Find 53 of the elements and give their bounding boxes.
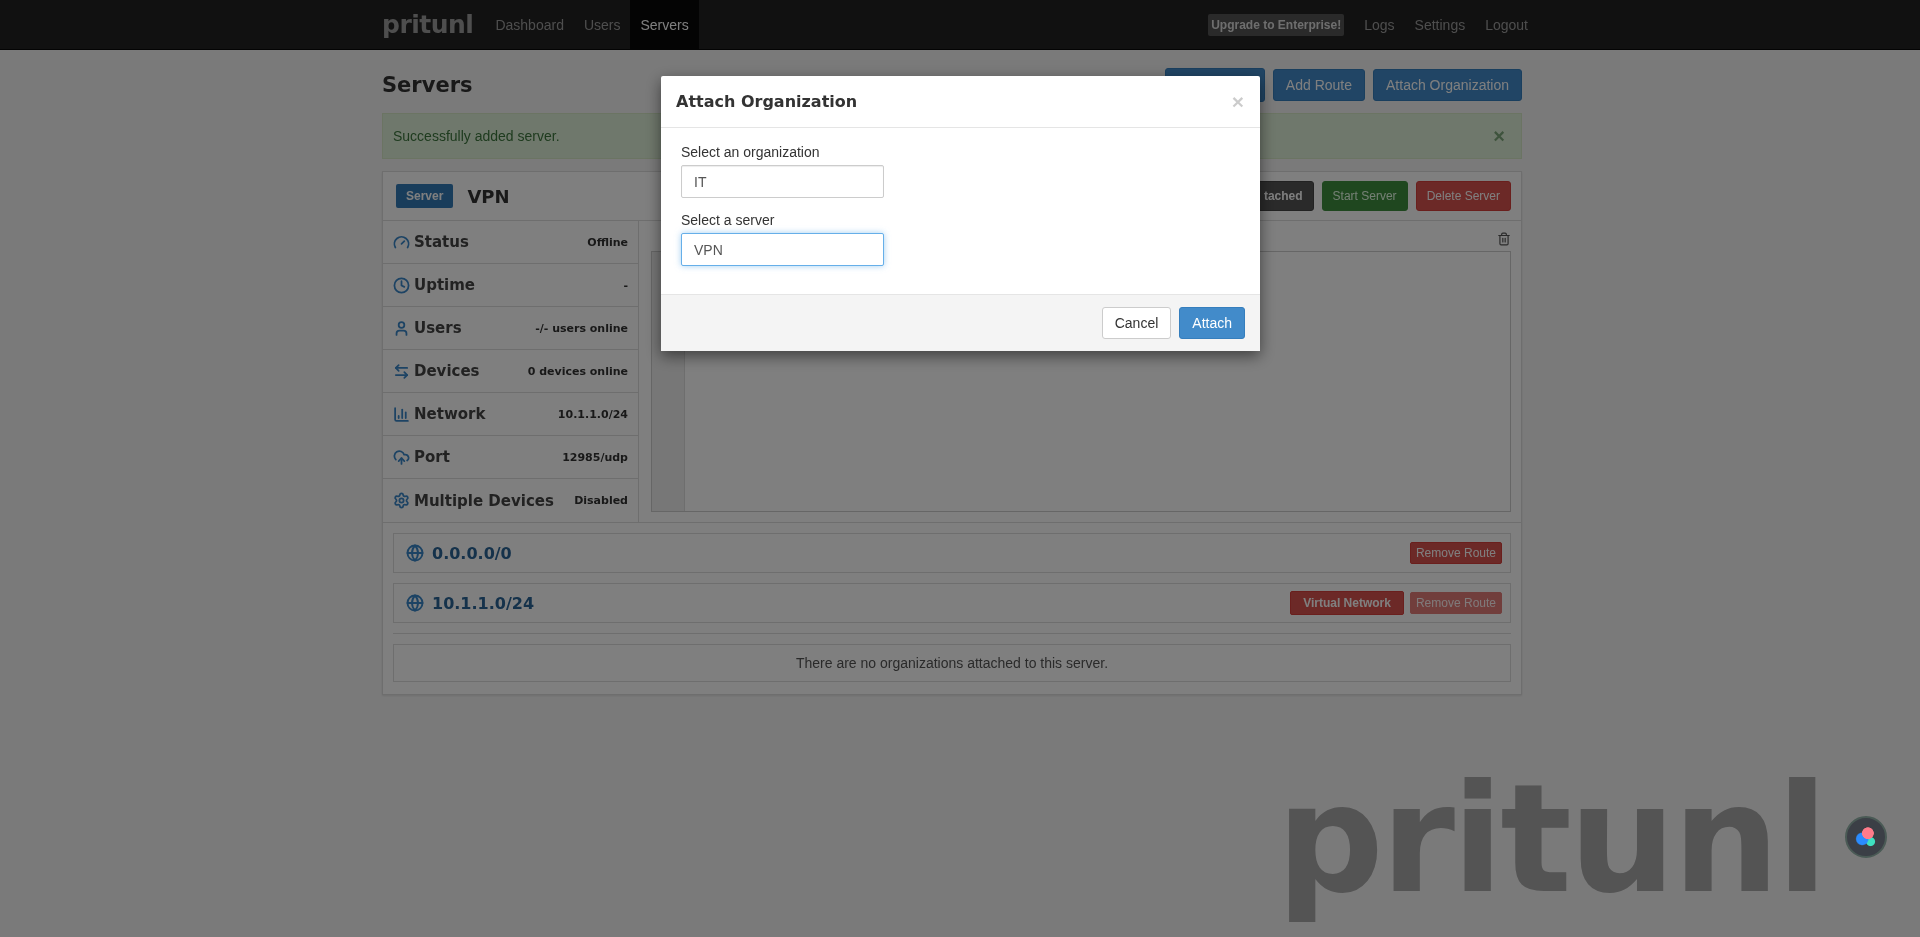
brand-logo[interactable]: pritunl [382, 0, 486, 49]
select-field[interactable]: IT [681, 165, 884, 198]
alert-message: Successfully added server. [393, 128, 561, 144]
close-button[interactable]: × [1493, 126, 1505, 146]
remove-route-button[interactable]: Remove Route [1409, 542, 1502, 564]
close-button[interactable]: × [1231, 91, 1244, 112]
nav-link[interactable]: Servers [630, 0, 699, 49]
trash-icon[interactable] [1497, 232, 1511, 246]
toolbar-button[interactable]: Add Route [1272, 69, 1366, 101]
nav-link[interactable]: Logout [1475, 0, 1538, 49]
gauge-icon [393, 233, 410, 251]
stat-label: Users [414, 319, 463, 337]
stat-label: Network [414, 405, 487, 423]
stat-value: Disabled [574, 494, 628, 507]
dialog-title: Attach Organization [676, 92, 859, 111]
attach-button[interactable]: Attach [1179, 307, 1245, 339]
cancel-button[interactable]: Cancel [1101, 307, 1172, 339]
gear-icon [393, 492, 410, 509]
stat-label: Status [414, 233, 470, 251]
stat-value: - [623, 278, 628, 292]
assistant-orb-icon[interactable] [1845, 816, 1887, 858]
field-label: Select an organization [681, 144, 821, 160]
clock-icon [393, 276, 410, 294]
route-network: 10.1.1.0/24 [432, 593, 535, 613]
nav-link[interactable]: Dashboard [485, 0, 574, 49]
stat-value: 10.1.1.0/24 [557, 407, 628, 421]
empty-organizations-message: There are no organizations attached to this server. [393, 644, 1511, 682]
stat-value: Offline [587, 235, 628, 249]
cloud-upload-icon [393, 448, 410, 466]
select-field[interactable]: VPN [681, 233, 884, 266]
stat-label: Multiple Devices [414, 491, 555, 510]
user-icon [393, 319, 410, 337]
stat-label: Devices [414, 362, 481, 380]
server-badge: Server [396, 184, 454, 208]
globe-icon [406, 544, 424, 562]
route-network: 0.0.0.0/0 [432, 543, 513, 563]
field-label: Select a server [681, 212, 776, 228]
nav-link[interactable]: Settings [1404, 0, 1476, 49]
signal-bars-icon [393, 405, 410, 423]
page-title: Servers [382, 73, 474, 97]
route-label: Virtual Network [1290, 591, 1404, 615]
arrows-icon [393, 362, 410, 380]
toolbar-button[interactable]: Attach Organization [1373, 69, 1522, 101]
upgrade-link[interactable]: Upgrade to Enterprise! [1208, 13, 1345, 36]
server-action-button[interactable]: Delete Server [1415, 181, 1511, 211]
stat-label: Uptime [414, 276, 477, 294]
stat-value: 0 devices online [527, 364, 628, 378]
stat-label: Port [414, 448, 451, 466]
nav-link[interactable]: Logs [1354, 0, 1405, 49]
globe-icon [406, 594, 424, 612]
server-name: VPN [467, 185, 511, 207]
stat-value: -/- users online [535, 321, 628, 335]
stat-value: 12985/udp [562, 450, 628, 464]
